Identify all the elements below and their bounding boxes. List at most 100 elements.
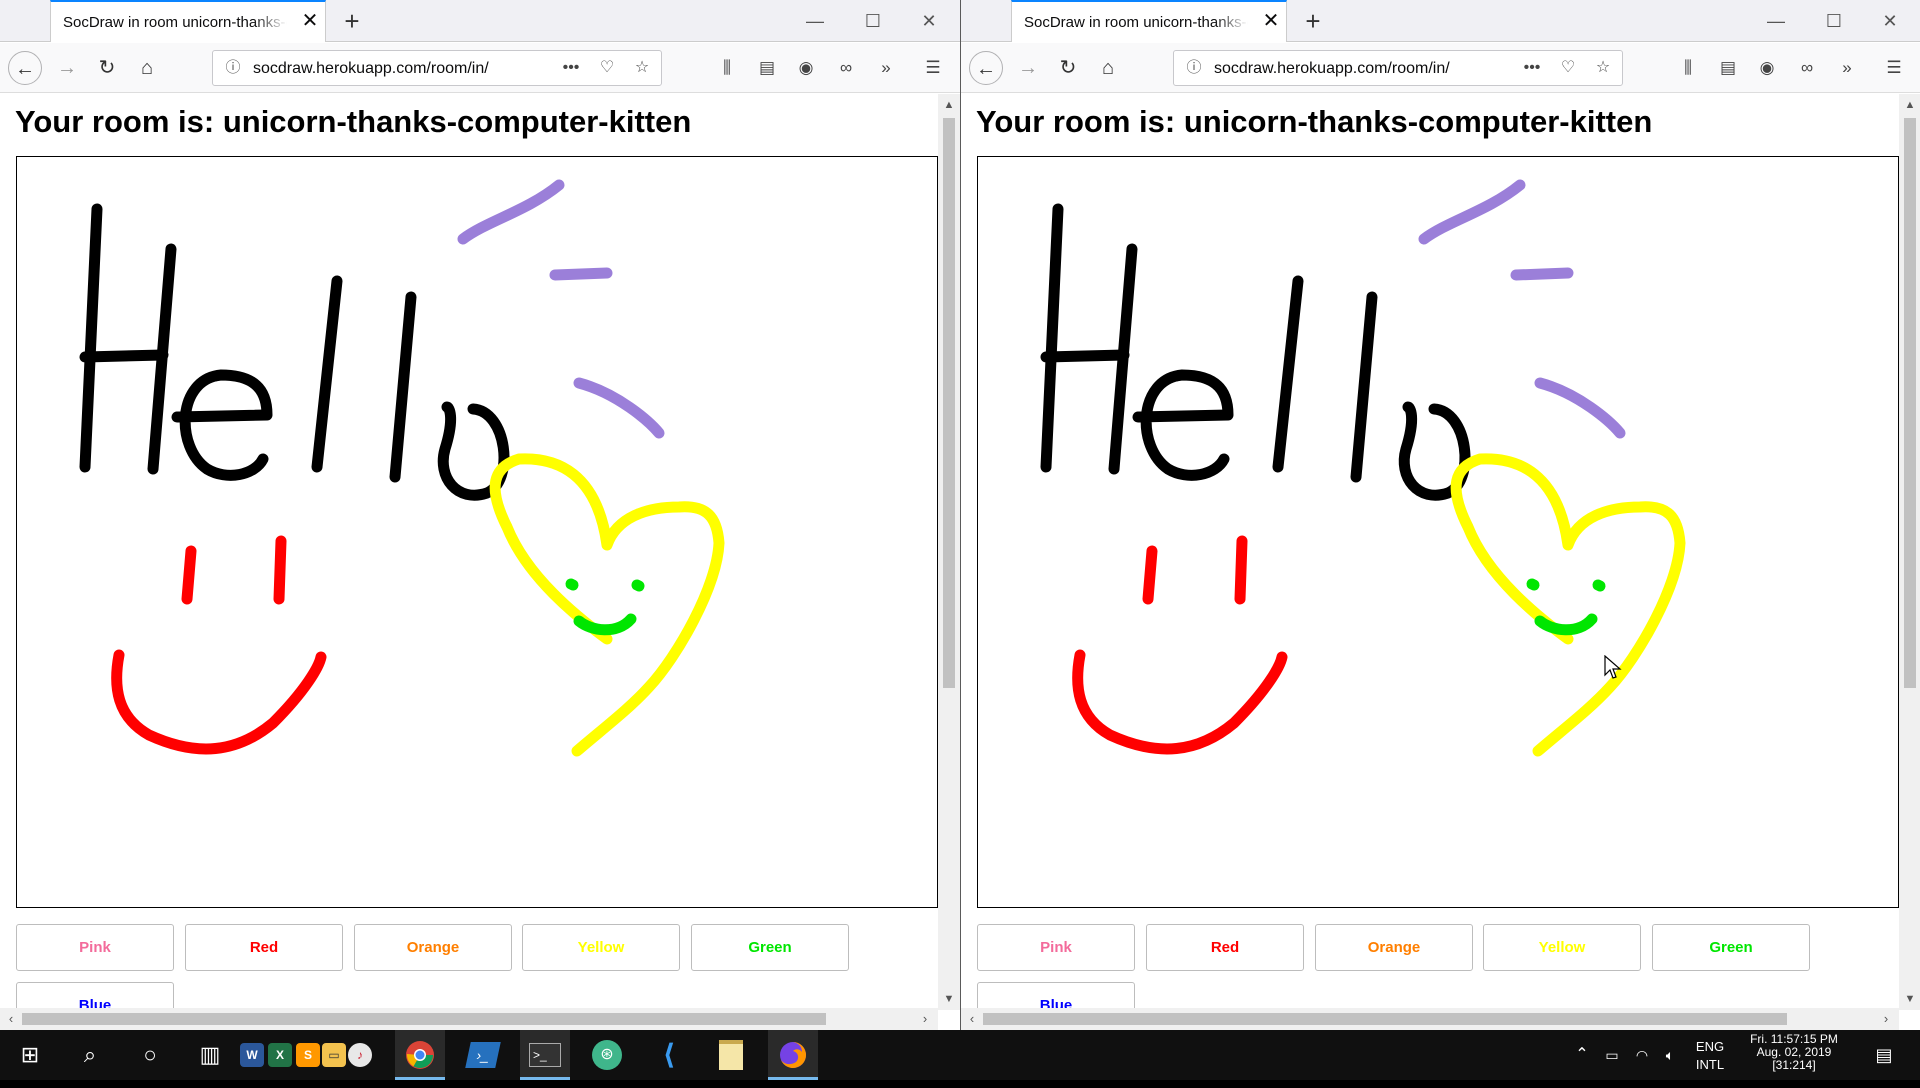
color-button-blue[interactable]: Blue bbox=[977, 982, 1135, 1010]
windows-start-icon[interactable]: ⊞ bbox=[5, 1030, 55, 1080]
color-button-orange[interactable]: Orange bbox=[1315, 924, 1473, 971]
browser-tab[interactable]: SocDraw in room unicorn-thanks-computer-… bbox=[1011, 0, 1287, 42]
drawing bbox=[1040, 179, 1686, 757]
vertical-scrollbar[interactable]: ▲ ▼ bbox=[1899, 94, 1920, 1010]
vertical-scrollbar[interactable]: ▲ ▼ bbox=[938, 94, 960, 1010]
excel-icon[interactable]: X bbox=[268, 1043, 292, 1067]
file-explorer-icon[interactable]: ▭ bbox=[322, 1043, 346, 1067]
scroll-right-icon[interactable]: › bbox=[1877, 1008, 1895, 1030]
sublime-icon[interactable]: S bbox=[296, 1043, 320, 1067]
arrow-left-icon[interactable]: ← bbox=[969, 51, 1003, 85]
minimize-icon[interactable]: — bbox=[1761, 6, 1791, 36]
ellipsis-icon[interactable]: ••• bbox=[560, 57, 582, 79]
pocket-icon[interactable]: ♡ bbox=[1557, 57, 1579, 79]
url-text[interactable]: socdraw.herokuapp.com/room/in/ bbox=[1214, 60, 1514, 78]
chevrons-icon[interactable]: » bbox=[1830, 51, 1864, 85]
color-button-red[interactable]: Red bbox=[1146, 924, 1304, 971]
drawing-canvas[interactable] bbox=[977, 156, 1899, 908]
info-icon[interactable]: ⓘ bbox=[1184, 58, 1204, 78]
arrow-right-icon[interactable]: → bbox=[1011, 51, 1045, 85]
language-indicator[interactable]: ENG INTL bbox=[1688, 1030, 1732, 1080]
scroll-thumb[interactable] bbox=[1904, 118, 1916, 688]
browser-window-right: SocDraw in room unicorn-thanks-computer-… bbox=[960, 0, 1920, 1030]
maximize-icon[interactable]: ☐ bbox=[858, 6, 888, 36]
hamburger-icon[interactable]: ☰ bbox=[1877, 51, 1911, 85]
vscode-icon[interactable]: ⟨ bbox=[644, 1030, 694, 1080]
library-icon[interactable]: ⫼ bbox=[1671, 51, 1705, 85]
account-icon[interactable]: ◉ bbox=[1750, 51, 1784, 85]
scroll-thumb[interactable] bbox=[943, 118, 955, 688]
scroll-left-icon[interactable]: ‹ bbox=[963, 1008, 981, 1030]
task-view-icon[interactable]: ▥ bbox=[185, 1030, 235, 1080]
scroll-down-icon[interactable]: ▼ bbox=[1899, 990, 1920, 1008]
search-icon[interactable]: ⌕ bbox=[65, 1030, 115, 1080]
color-button-blue[interactable]: Blue bbox=[16, 982, 174, 1010]
color-button-green[interactable]: Green bbox=[691, 924, 849, 971]
sidebar-icon[interactable]: ▤ bbox=[1711, 51, 1745, 85]
maximize-icon[interactable]: ☐ bbox=[1819, 6, 1849, 36]
scroll-right-icon[interactable]: › bbox=[916, 1008, 934, 1030]
clock[interactable]: Fri. 11:57:15 PM Aug. 02, 2019 [31:214] bbox=[1738, 1030, 1850, 1080]
color-button-green[interactable]: Green bbox=[1652, 924, 1810, 971]
horizontal-scrollbar[interactable]: ‹ › bbox=[961, 1008, 1899, 1030]
page-content: Your room is: unicorn-thanks-computer-ki… bbox=[0, 94, 938, 1010]
info-icon[interactable]: ⓘ bbox=[223, 58, 243, 78]
terminal-icon[interactable]: >_ bbox=[520, 1030, 570, 1080]
notifications-icon[interactable]: ▤ bbox=[1864, 1030, 1904, 1080]
link-icon[interactable]: ∞ bbox=[829, 51, 863, 85]
color-button-yellow[interactable]: Yellow bbox=[522, 924, 680, 971]
drawing-canvas[interactable] bbox=[16, 156, 938, 908]
star-icon[interactable]: ☆ bbox=[631, 57, 653, 79]
powershell-icon[interactable]: ›_ bbox=[458, 1030, 508, 1080]
home-icon[interactable]: ⌂ bbox=[130, 51, 164, 85]
color-button-orange[interactable]: Orange bbox=[354, 924, 512, 971]
chrome-icon[interactable] bbox=[395, 1030, 445, 1080]
reload-icon[interactable]: ↻ bbox=[90, 51, 124, 85]
firefox-icon[interactable] bbox=[768, 1030, 818, 1080]
wifi-icon[interactable]: ◠ bbox=[1628, 1030, 1656, 1080]
battery-icon[interactable]: ▭ bbox=[1598, 1030, 1626, 1080]
account-icon[interactable]: ◉ bbox=[789, 51, 823, 85]
home-icon[interactable]: ⌂ bbox=[1091, 51, 1125, 85]
scroll-down-icon[interactable]: ▼ bbox=[938, 990, 960, 1008]
ellipsis-icon[interactable]: ••• bbox=[1521, 57, 1543, 79]
close-icon[interactable]: ✕ bbox=[299, 10, 321, 32]
link-icon[interactable]: ∞ bbox=[1790, 51, 1824, 85]
scroll-up-icon[interactable]: ▲ bbox=[938, 96, 960, 114]
color-button-red[interactable]: Red bbox=[185, 924, 343, 971]
window-close-icon[interactable]: ✕ bbox=[1875, 6, 1905, 36]
arrow-left-icon[interactable]: ← bbox=[8, 51, 42, 85]
url-bar[interactable]: ⓘ socdraw.herokuapp.com/room/in/ ••• ♡ ☆ bbox=[212, 50, 662, 86]
notepad-icon[interactable] bbox=[706, 1030, 756, 1080]
volume-icon[interactable]: 🔈︎ bbox=[1656, 1030, 1684, 1080]
window-close-icon[interactable]: ✕ bbox=[914, 6, 944, 36]
reload-icon[interactable]: ↻ bbox=[1051, 51, 1085, 85]
chevrons-icon[interactable]: » bbox=[869, 51, 903, 85]
scroll-left-icon[interactable]: ‹ bbox=[2, 1008, 20, 1030]
star-icon[interactable]: ☆ bbox=[1592, 57, 1614, 79]
itunes-icon[interactable]: ♪ bbox=[348, 1043, 372, 1067]
scroll-up-icon[interactable]: ▲ bbox=[1899, 96, 1920, 114]
close-icon[interactable]: ✕ bbox=[1260, 10, 1282, 32]
plus-icon[interactable]: + bbox=[1298, 6, 1328, 36]
sidebar-icon[interactable]: ▤ bbox=[750, 51, 784, 85]
color-button-pink[interactable]: Pink bbox=[16, 924, 174, 971]
url-bar[interactable]: ⓘ socdraw.herokuapp.com/room/in/ ••• ♡ ☆ bbox=[1173, 50, 1623, 86]
arrow-right-icon[interactable]: → bbox=[50, 51, 84, 85]
color-button-pink[interactable]: Pink bbox=[977, 924, 1135, 971]
scroll-thumb[interactable] bbox=[983, 1013, 1787, 1025]
minimize-icon[interactable]: — bbox=[800, 6, 830, 36]
pocket-icon[interactable]: ♡ bbox=[596, 57, 618, 79]
color-button-yellow[interactable]: Yellow bbox=[1483, 924, 1641, 971]
cortana-icon[interactable]: ○ bbox=[125, 1030, 175, 1080]
chevron-up-icon[interactable]: ⌃ bbox=[1568, 1030, 1596, 1080]
url-text[interactable]: socdraw.herokuapp.com/room/in/ bbox=[253, 60, 553, 78]
browser-tab[interactable]: SocDraw in room unicorn-thanks-computer-… bbox=[50, 0, 326, 42]
horizontal-scrollbar[interactable]: ‹ › bbox=[0, 1008, 938, 1030]
plus-icon[interactable]: + bbox=[337, 6, 367, 36]
browser-app-icon[interactable]: ⊛ bbox=[582, 1030, 632, 1080]
library-icon[interactable]: ⫼ bbox=[710, 51, 744, 85]
word-icon[interactable]: W bbox=[240, 1043, 264, 1067]
hamburger-icon[interactable]: ☰ bbox=[916, 51, 950, 85]
scroll-thumb[interactable] bbox=[22, 1013, 826, 1025]
